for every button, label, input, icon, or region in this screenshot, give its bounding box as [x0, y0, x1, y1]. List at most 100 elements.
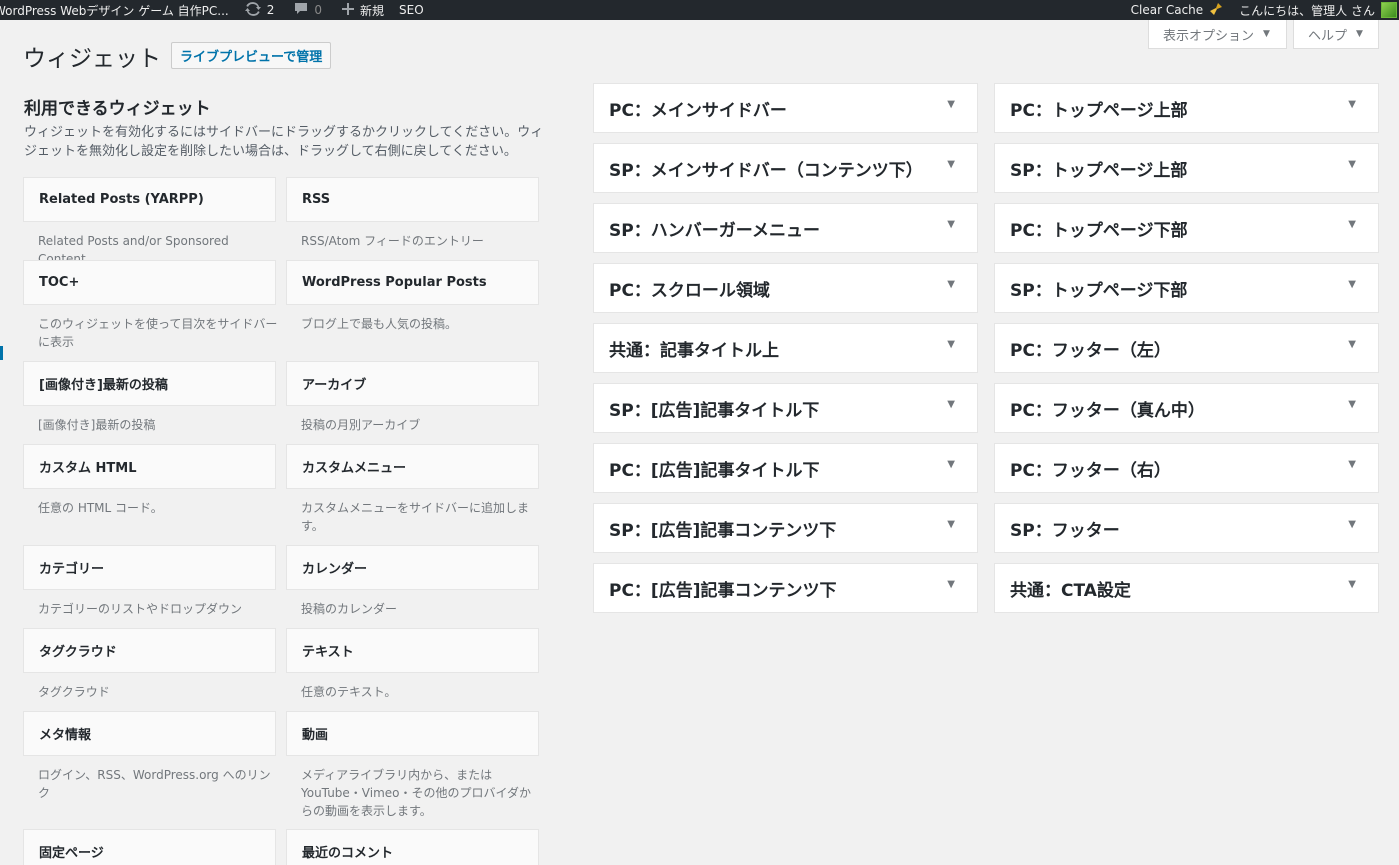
widget-title: カスタムメニュー	[302, 461, 407, 476]
sidebar-area-title: PC：フッター（右）	[1010, 460, 1171, 481]
sidebar-area-title: 共通：CTA設定	[1010, 580, 1131, 601]
sidebar-area[interactable]: SP：フッター ▼	[994, 503, 1379, 553]
widget-item[interactable]: Related Posts (YARPP)	[23, 177, 276, 222]
sidebar-area-title: SP：トップページ上部	[1010, 160, 1188, 181]
help-button[interactable]: ヘルプ ▼	[1293, 20, 1379, 49]
toggle-arrow-icon[interactable]: ▼	[1348, 339, 1356, 350]
sidebar-area[interactable]: PC：トップページ下部 ▼	[994, 203, 1379, 253]
toggle-arrow-icon[interactable]: ▼	[1348, 279, 1356, 290]
widget-description: 任意のテキスト。	[301, 685, 397, 699]
plus-icon	[342, 2, 355, 18]
page-title: ウィジェット	[23, 46, 161, 72]
avatar	[1381, 2, 1397, 18]
sidebar-area-title: 共通：記事タイトル上	[609, 340, 779, 361]
clear-cache-link[interactable]: Clear Cache	[1131, 0, 1224, 20]
sidebar-area[interactable]: PC：スクロール領域 ▼	[593, 263, 978, 313]
toggle-arrow-icon[interactable]: ▼	[1348, 399, 1356, 410]
widget-title: アーカイブ	[302, 378, 367, 393]
widget-item[interactable]: カスタム HTML	[23, 444, 276, 489]
widget-title: 動画	[302, 728, 329, 743]
comments-link[interactable]: 0	[294, 0, 322, 20]
widget-title: RSS	[302, 192, 331, 207]
seo-link[interactable]: SEO	[399, 0, 424, 20]
manage-with-live-preview-button[interactable]: ライブプレビューで管理	[171, 42, 332, 69]
admin-menu-edge	[0, 346, 3, 360]
widget-item[interactable]: カレンダー	[286, 545, 539, 590]
sidebar-area[interactable]: SP：メインサイドバー（コンテンツ下） ▼	[593, 143, 978, 193]
new-content-link[interactable]: 新規	[342, 0, 384, 20]
widget-description: カスタムメニューをサイドバーに追加します。	[301, 501, 530, 533]
widget-title: 最近のコメント	[302, 846, 394, 861]
widget-item[interactable]: タグクラウド	[23, 628, 276, 673]
widget-item[interactable]: アーカイブ	[286, 361, 539, 406]
toggle-arrow-icon[interactable]: ▼	[947, 159, 955, 170]
seo-label: SEO	[399, 3, 424, 17]
toggle-arrow-icon[interactable]: ▼	[1348, 159, 1356, 170]
toggle-arrow-icon[interactable]: ▼	[1348, 459, 1356, 470]
sidebar-area-title: PC：[広告]記事タイトル下	[609, 460, 820, 481]
widget-title: Related Posts (YARPP)	[39, 192, 204, 207]
clear-cache-label: Clear Cache	[1130, 3, 1204, 17]
widget-item[interactable]: [画像付き]最新の投稿	[23, 361, 276, 406]
widget-item[interactable]: TOC+	[23, 260, 276, 305]
comments-count: 0	[314, 3, 323, 17]
screen-options-button[interactable]: 表示オプション ▼	[1148, 20, 1287, 49]
widget-title: メタ情報	[39, 728, 92, 743]
sidebar-area-title: PC：[広告]記事コンテンツ下	[609, 580, 837, 601]
updates-link[interactable]: 2	[244, 0, 274, 20]
toggle-arrow-icon[interactable]: ▼	[1348, 519, 1356, 530]
widget-title: タグクラウド	[39, 645, 117, 660]
account-menu[interactable]: こんにちは、管理人 さん	[1239, 0, 1399, 20]
toggle-arrow-icon[interactable]: ▼	[947, 519, 955, 530]
sidebar-area-title: SP：メインサイドバー（コンテンツ下）	[609, 160, 923, 181]
toggle-arrow-icon[interactable]: ▼	[1348, 579, 1356, 590]
widget-description: 任意の HTML コード。	[38, 501, 163, 515]
sidebar-area[interactable]: SP：ハンバーガーメニュー ▼	[593, 203, 978, 253]
widget-description: メディアライブラリ内から、または YouTube・Vimeo・その他のプロバイダ…	[301, 768, 532, 818]
toggle-arrow-icon[interactable]: ▼	[947, 339, 955, 350]
widget-title: [画像付き]最新の投稿	[39, 378, 168, 393]
toggle-arrow-icon[interactable]: ▼	[947, 399, 955, 410]
toggle-arrow-icon[interactable]: ▼	[947, 219, 955, 230]
sidebar-area[interactable]: SP：[広告]記事タイトル下 ▼	[593, 383, 978, 433]
sidebar-area[interactable]: PC：[広告]記事タイトル下 ▼	[593, 443, 978, 493]
widget-item[interactable]: 固定ページ	[23, 829, 276, 865]
sidebar-area[interactable]: PC：[広告]記事コンテンツ下 ▼	[593, 563, 978, 613]
site-name-link[interactable]: WordPress Webデザイン ゲーム 自作PC...	[0, 0, 229, 20]
sidebar-area[interactable]: PC：トップページ上部 ▼	[994, 83, 1379, 133]
widget-item[interactable]: メタ情報	[23, 711, 276, 756]
widget-item[interactable]: テキスト	[286, 628, 539, 673]
sidebar-area[interactable]: SP：トップページ上部 ▼	[994, 143, 1379, 193]
sidebar-area[interactable]: PC：フッター（真ん中） ▼	[994, 383, 1379, 433]
sidebar-area[interactable]: 共通：記事タイトル上 ▼	[593, 323, 978, 373]
toggle-arrow-icon[interactable]: ▼	[947, 279, 955, 290]
sidebar-area[interactable]: SP：トップページ下部 ▼	[994, 263, 1379, 313]
widget-item[interactable]: カスタムメニュー	[286, 444, 539, 489]
widget-title: WordPress Popular Posts	[302, 275, 487, 290]
sidebar-area[interactable]: PC：フッター（左） ▼	[994, 323, 1379, 373]
toggle-arrow-icon[interactable]: ▼	[947, 459, 955, 470]
sidebar-area[interactable]: 共通：CTA設定 ▼	[994, 563, 1379, 613]
widget-title: カスタム HTML	[39, 461, 137, 476]
chevron-down-icon: ▼	[1263, 29, 1270, 39]
toggle-arrow-icon[interactable]: ▼	[1348, 219, 1356, 230]
new-label: 新規	[360, 3, 385, 18]
toggle-arrow-icon[interactable]: ▼	[947, 579, 955, 590]
sidebar-area-title: PC：フッター（真ん中）	[1010, 400, 1205, 421]
toggle-arrow-icon[interactable]: ▼	[947, 99, 955, 110]
howdy-label: こんにちは、管理人 さん	[1239, 3, 1375, 18]
sidebar-area[interactable]: PC：フッター（右） ▼	[994, 443, 1379, 493]
toggle-arrow-icon[interactable]: ▼	[1348, 99, 1356, 110]
widget-title: テキスト	[302, 645, 354, 660]
widget-item[interactable]: RSS	[286, 177, 539, 222]
widget-item[interactable]: 動画	[286, 711, 539, 756]
sidebar-area[interactable]: PC：メインサイドバー ▼	[593, 83, 978, 133]
widget-item[interactable]: WordPress Popular Posts	[286, 260, 539, 305]
broom-icon	[1209, 2, 1223, 19]
widget-item[interactable]: カテゴリー	[23, 545, 276, 590]
widget-description: [画像付き]最新の投稿	[38, 418, 156, 432]
site-name-label: WordPress Webデザイン ゲーム 自作PC...	[0, 3, 229, 18]
widget-item[interactable]: 最近のコメント	[286, 829, 539, 865]
sidebar-area-title: SP：[広告]記事コンテンツ下	[609, 520, 837, 541]
sidebar-area[interactable]: SP：[広告]記事コンテンツ下 ▼	[593, 503, 978, 553]
